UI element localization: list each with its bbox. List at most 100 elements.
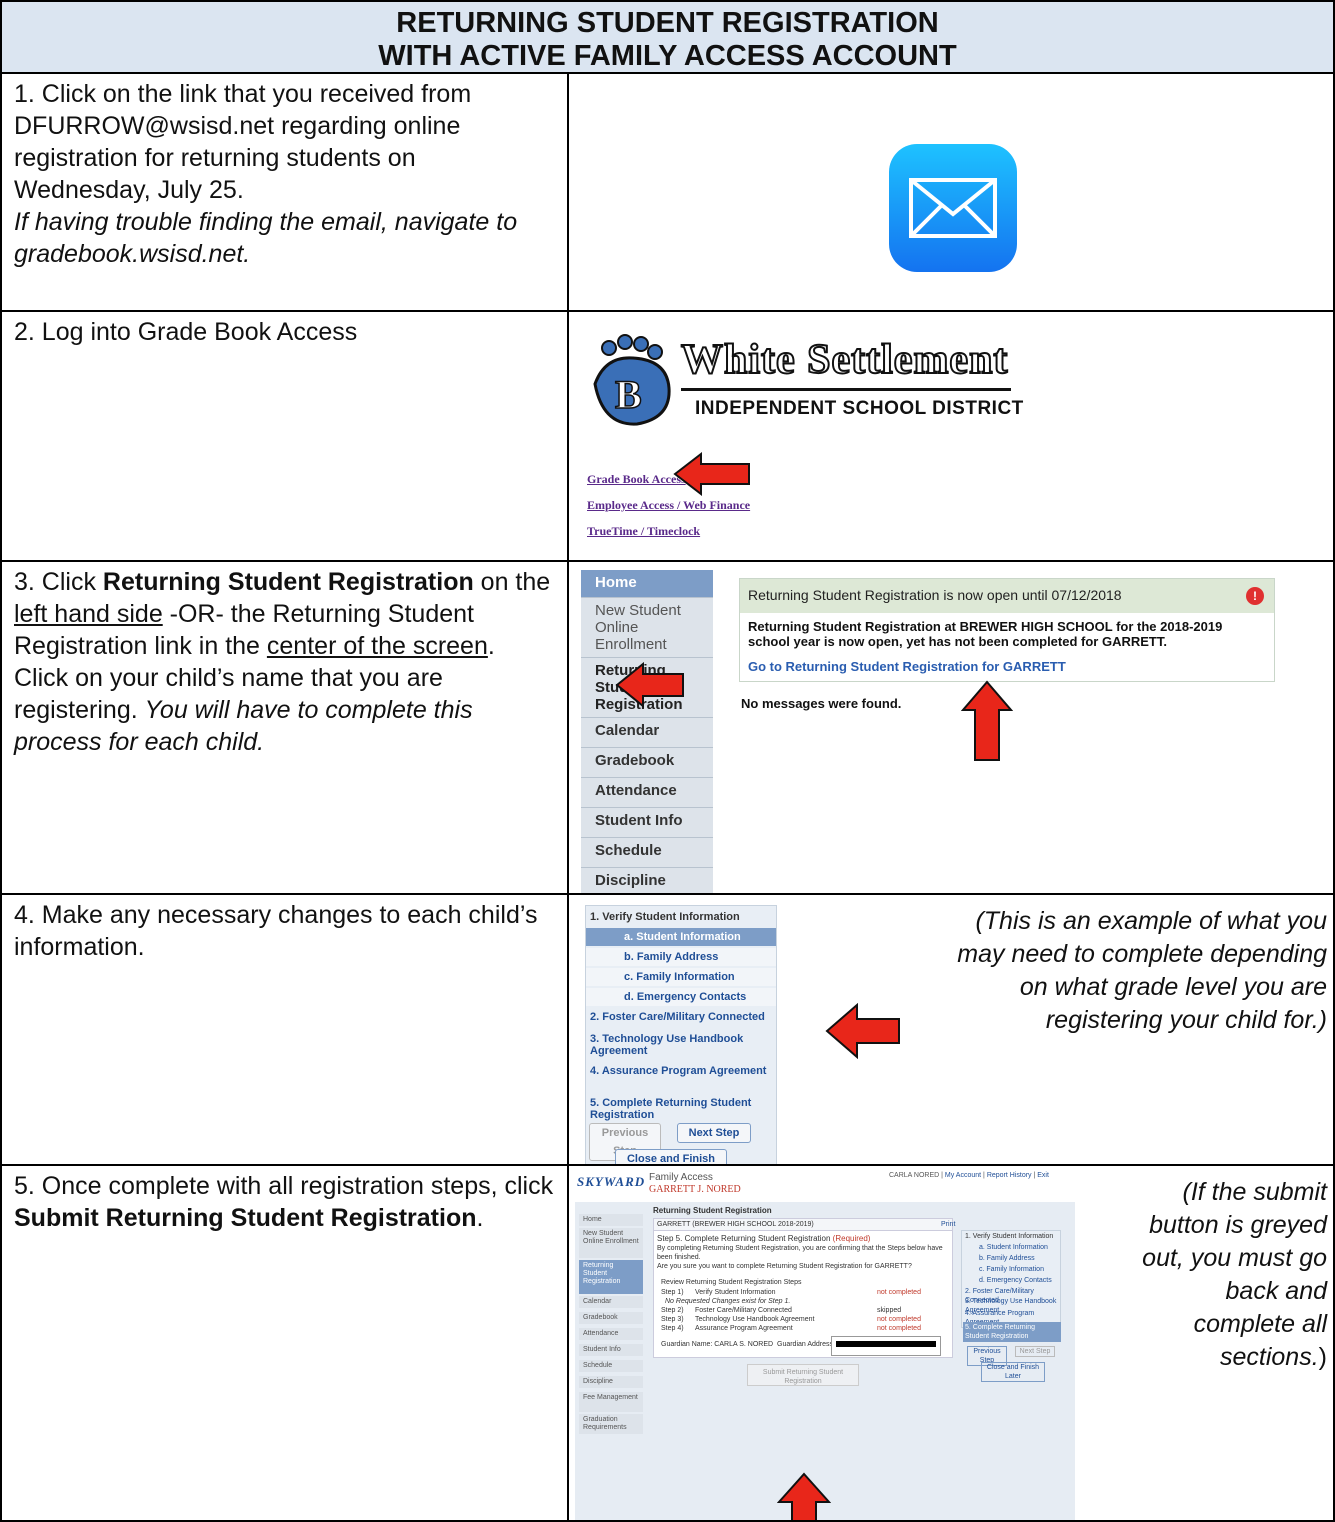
alert-icon: ! <box>1246 587 1264 605</box>
student-name: GARRETT J. NORED <box>649 1184 741 1195</box>
step-5-post: . <box>476 1204 484 1232</box>
step-assurance-program[interactable]: 4. Assurance Program Agreement <box>586 1062 776 1080</box>
step-5-bold: Submit Returning Student Registration <box>14 1204 477 1232</box>
step-4-text: 4. Make any necessary changes to each ch… <box>14 901 538 961</box>
left-arrow-icon <box>673 452 750 496</box>
step-technology-use[interactable]: 3. Technology Use Handbook Agreement <box>586 1030 776 1060</box>
review-row-1-status: not completed <box>877 1289 921 1296</box>
print-link[interactable]: Print <box>941 1220 955 1229</box>
registration-page-title: Returning Student Registration <box>653 1206 772 1215</box>
nav-new-student[interactable]: New Student Online Enrollment <box>581 598 713 658</box>
guardian-address-box <box>831 1336 941 1356</box>
grade-book-access-link[interactable]: Grade Book Access <box>587 472 686 487</box>
side-discipline[interactable]: Discipline <box>579 1376 643 1388</box>
review-row-5-status: not completed <box>877 1325 921 1332</box>
truetime-link[interactable]: TrueTime / Timeclock <box>587 524 700 539</box>
step-3-bold: Returning Student Registration <box>102 568 474 596</box>
employee-access-link[interactable]: Employee Access / Web Finance <box>587 498 750 513</box>
step-1-text: 1. Click on the link that you received f… <box>14 80 472 204</box>
question-text: Are you sure you want to complete Return… <box>657 1263 912 1270</box>
side-home[interactable]: Home <box>579 1214 643 1226</box>
registration-message-box: Returning Student Registration is now op… <box>739 578 1275 682</box>
step-3-image-cell: Home New Student Online Enrollment Retur… <box>567 560 1335 895</box>
review-row-1-step: Step 1) <box>661 1289 684 1296</box>
nav-home[interactable]: Home <box>581 570 713 598</box>
review-row-4-status: not completed <box>877 1316 921 1323</box>
step-verify-student[interactable]: 1. Verify Student Information <box>586 908 776 926</box>
family-access-title: Family Access <box>649 1172 713 1183</box>
step-student-information[interactable]: a. Student Information <box>586 928 776 946</box>
side-new-student[interactable]: New Student Online Enrollment <box>579 1228 643 1258</box>
nav-discipline[interactable]: Discipline <box>581 868 713 893</box>
message-header-text: Returning Student Registration is now op… <box>748 587 1122 603</box>
side-graduation[interactable]: Graduation Requirements <box>579 1414 643 1434</box>
side-student-info[interactable]: Student Info <box>579 1344 643 1356</box>
step-complete-registration[interactable]: 5. Complete Returning Student Registrati… <box>586 1094 776 1124</box>
step-family-information[interactable]: c. Family Information <box>586 968 776 986</box>
step-5-note: (If the submit button is greyed out, you… <box>1129 1176 1327 1374</box>
required-label: (Required) <box>832 1234 871 1243</box>
review-heading: Review Returning Student Registration St… <box>661 1279 802 1286</box>
right-step-verify[interactable]: 1. Verify Student Information <box>965 1232 1053 1241</box>
side-fee-management[interactable]: Fee Management <box>579 1392 643 1412</box>
step-family-address[interactable]: b. Family Address <box>586 948 776 966</box>
step-4-example-note: (This is an example of what you may need… <box>957 907 1327 1034</box>
header-line-2: WITH ACTIVE FAMILY ACCESS ACCOUNT <box>378 40 957 72</box>
side-gradebook[interactable]: Gradebook <box>579 1312 643 1324</box>
review-row-1-name: Verify Student Information <box>695 1289 776 1296</box>
message-header: Returning Student Registration is now op… <box>740 579 1274 613</box>
logo-district-name: White Settlement <box>680 336 1009 384</box>
step-5-text-cell: 5. Once complete with all registration s… <box>0 1164 569 1522</box>
right-step-complete[interactable]: 5. Complete Returning Student Registrati… <box>963 1322 1061 1342</box>
my-account-link[interactable]: My Account <box>945 1172 981 1179</box>
side-attendance[interactable]: Attendance <box>579 1328 643 1340</box>
confirm-text: By completing Returning Student Registra… <box>657 1245 943 1261</box>
right-next-button[interactable]: Next Step <box>1015 1346 1055 1357</box>
user-name: CARLA NORED <box>889 1172 940 1179</box>
step-5-title: Step 5. Complete Returning Student Regis… <box>657 1234 870 1243</box>
step-5-note-close: ) <box>1318 1343 1327 1371</box>
step-2-text: 2. Log into Grade Book Access <box>14 318 358 346</box>
guardian-address-label: Guardian Address: <box>777 1341 835 1348</box>
step-5-image-cell: SKYWARD Family Access GARRETT J. NORED C… <box>567 1164 1335 1522</box>
header-line-1: RETURNING STUDENT REGISTRATION <box>396 7 939 39</box>
step-3-pre: 3. Click <box>14 568 103 596</box>
right-step-family-info[interactable]: c. Family Information <box>979 1265 1044 1274</box>
submit-registration-button[interactable]: Submit Returning Student Registration <box>747 1364 859 1386</box>
exit-link[interactable]: Exit <box>1037 1172 1049 1179</box>
review-row-2-name: No Requested Changes exist for Step 1. <box>665 1298 791 1305</box>
bulldog-paw-logo-icon: B <box>593 334 671 426</box>
logo-divider <box>681 388 1011 391</box>
step-foster-care[interactable]: 2. Foster Care/Military Connected <box>586 1008 776 1026</box>
nav-attendance[interactable]: Attendance <box>581 778 713 808</box>
right-step-emergency[interactable]: d. Emergency Contacts <box>979 1276 1052 1285</box>
side-schedule[interactable]: Schedule <box>579 1360 643 1372</box>
step-4-image-cell: 1. Verify Student Information a. Student… <box>567 893 1335 1166</box>
review-row-3-step: Step 2) <box>661 1307 684 1314</box>
right-close-button[interactable]: Close and Finish Later <box>981 1362 1045 1382</box>
logo-district-subtitle: INDEPENDENT SCHOOL DISTRICT <box>695 398 1024 419</box>
review-row-4-name: Technology Use Handbook Agreement <box>695 1316 815 1323</box>
step-5-pre: 5. Once complete with all registration s… <box>14 1172 554 1200</box>
nav-gradebook[interactable]: Gradebook <box>581 748 713 778</box>
no-messages-text: No messages were found. <box>741 696 902 711</box>
right-step-student-info[interactable]: a. Student Information <box>979 1243 1048 1252</box>
returning-registration-link[interactable]: Go to Returning Student Registration for… <box>740 655 1274 678</box>
nav-calendar[interactable]: Calendar <box>581 718 713 748</box>
right-step-family-address[interactable]: b. Family Address <box>979 1254 1035 1263</box>
step-2-text-cell: 2. Log into Grade Book Access <box>0 310 569 562</box>
nav-schedule[interactable]: Schedule <box>581 838 713 868</box>
step-3-text-cell: 3. Click Returning Student Registration … <box>0 560 569 895</box>
side-calendar[interactable]: Calendar <box>579 1296 643 1308</box>
report-history-link[interactable]: Report History <box>987 1172 1032 1179</box>
nav-student-info[interactable]: Student Info <box>581 808 713 838</box>
side-returning[interactable]: Returning Student Registration <box>579 1260 643 1294</box>
step-5-title-text: Step 5. Complete Returning Student Regis… <box>657 1234 831 1243</box>
review-row-5-step: Step 4) <box>661 1325 684 1332</box>
review-row-3-status: skipped <box>877 1307 902 1314</box>
next-step-button[interactable]: Next Step <box>677 1123 751 1143</box>
step-2-image-cell: B White Settlement INDEPENDENT SCHOOL DI… <box>567 310 1335 562</box>
left-arrow-icon <box>825 1003 900 1059</box>
step-emergency-contacts[interactable]: d. Emergency Contacts <box>586 988 776 1006</box>
svg-text:B: B <box>615 372 642 417</box>
